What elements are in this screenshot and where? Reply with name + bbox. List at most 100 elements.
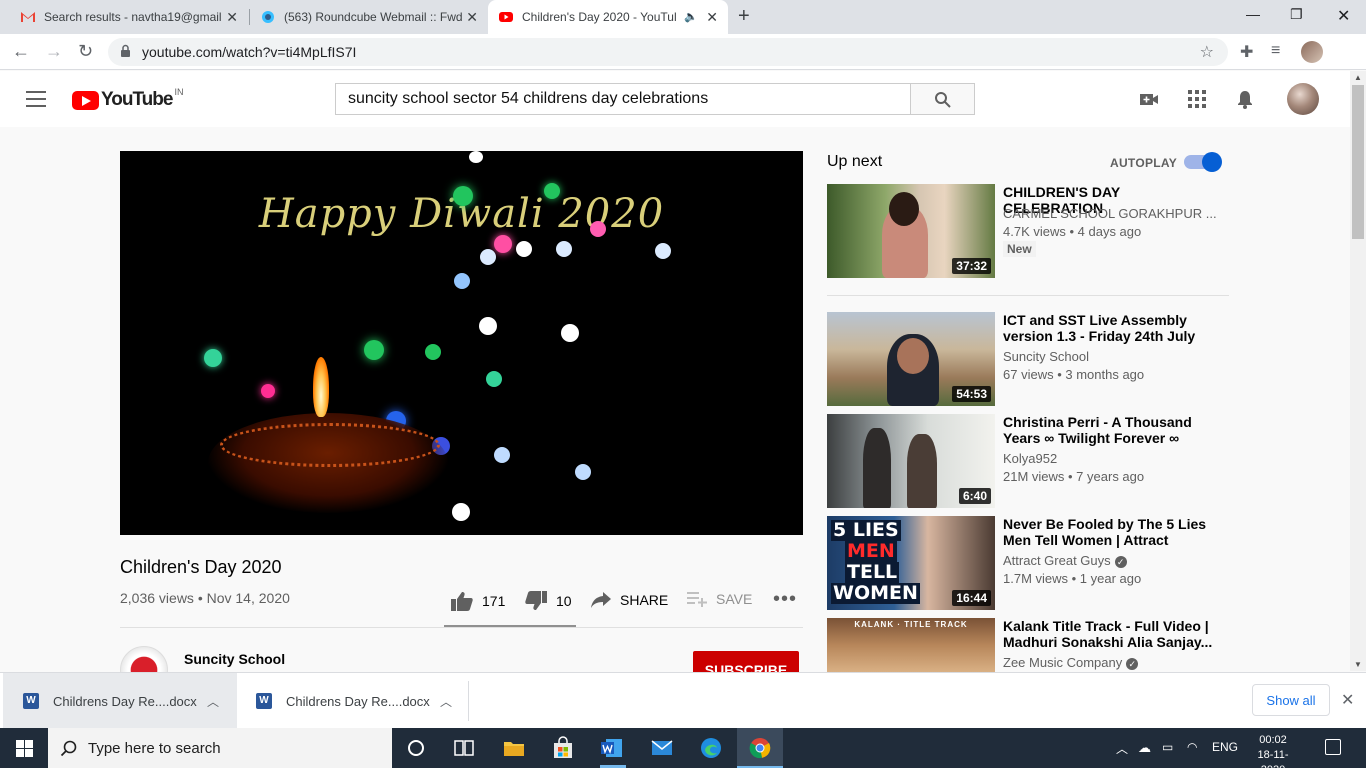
wifi-icon[interactable]: ◠ [1187, 740, 1197, 754]
browser-toolbar: ← → ↻ youtube.com/watch?v=ti4MpLfIS7I ☆ … [0, 34, 1366, 70]
notifications-bell-icon[interactable] [1235, 89, 1255, 109]
edge-browser-icon[interactable] [699, 736, 723, 760]
close-tab-icon[interactable]: ✕ [226, 9, 238, 26]
youtube-logo-text: YouTube [101, 89, 173, 110]
restore-icon[interactable]: ❐ [1290, 6, 1303, 23]
channel-name-text: Zee Music Company [1003, 655, 1123, 670]
close-window-icon[interactable]: ✕ [1337, 6, 1350, 26]
address-bar[interactable]: youtube.com/watch?v=ti4MpLfIS7I ☆ [108, 38, 1228, 66]
share-button[interactable]: SHARE [590, 590, 668, 610]
reload-icon[interactable]: ↻ [78, 41, 93, 62]
download-item[interactable]: W Childrens Day Re....docx ︿ [236, 673, 470, 729]
chevron-up-icon[interactable]: ︿ [207, 693, 219, 710]
recommendation-channel[interactable]: Kolya952 [1003, 451, 1223, 466]
chrome-profile-avatar[interactable] [1301, 41, 1323, 63]
video-thumbnail[interactable]: 37:32 [827, 184, 995, 278]
input-language[interactable]: ENG [1212, 740, 1238, 754]
tab-gmail[interactable]: Search results - navtha19@gmail ✕ [10, 0, 248, 34]
microsoft-word-icon[interactable] [600, 736, 624, 760]
scroll-up-arrow-icon[interactable]: ▲ [1354, 73, 1362, 82]
show-all-button[interactable]: Show all [1252, 684, 1330, 716]
close-shelf-icon[interactable]: ✕ [1341, 690, 1354, 710]
download-item[interactable]: W Childrens Day Re....docx ︿ [3, 673, 237, 729]
windows-start-icon[interactable] [16, 740, 33, 757]
bokeh-light [454, 273, 470, 289]
bokeh-light [556, 241, 572, 257]
section-divider [120, 627, 803, 628]
tab-youtube[interactable]: Children's Day 2020 - YouTul 🔈 ✕ [488, 0, 728, 34]
media-queue-icon[interactable]: ≡ [1271, 42, 1280, 60]
bokeh-light [494, 447, 510, 463]
chrome-taskbar-active[interactable] [737, 728, 783, 768]
video-player[interactable]: Happy Diwali 2020 [120, 151, 803, 535]
more-actions-icon[interactable]: ••• [773, 588, 797, 611]
speaker-icon[interactable]: 🔈 [684, 10, 698, 23]
taskbar-clock[interactable]: 00:02 18-11-2020 [1248, 733, 1298, 768]
recommendation-item[interactable]: 37:32 CHILDREN'S DAY CELEBRATION CARMEL … [827, 184, 1229, 278]
taskbar-search-box[interactable]: Type here to search [48, 728, 392, 768]
recommendation-item[interactable]: 6:40 Christina Perri - A Thousand Years … [827, 414, 1229, 508]
close-tab-icon[interactable]: ✕ [466, 9, 478, 26]
create-video-icon[interactable] [1139, 89, 1159, 109]
account-avatar[interactable] [1287, 83, 1319, 115]
recommendation-channel[interactable]: CARMEL SCHOOL GORAKHPUR ... [1003, 206, 1223, 221]
recommendation-channel[interactable]: Attract Great Guys ✓ [1003, 553, 1223, 568]
video-thumbnail[interactable]: KALANK · TITLE TRACK [827, 618, 995, 672]
forward-arrow-icon[interactable]: → [45, 41, 63, 62]
bokeh-light [575, 464, 591, 480]
page-scrollbar[interactable]: ▲ ▼ [1350, 71, 1366, 671]
recommendation-channel[interactable]: Suncity School [1003, 349, 1223, 364]
task-view-icon[interactable] [452, 736, 476, 760]
clock-time: 00:02 [1259, 734, 1287, 746]
chevron-up-icon[interactable]: ︿ [440, 693, 452, 710]
show-hidden-icons-chevron[interactable]: ︿ [1116, 740, 1128, 757]
dislike-button[interactable]: 10 [524, 590, 572, 612]
menu-icon[interactable] [26, 91, 46, 107]
onedrive-cloud-icon[interactable]: ☁ [1138, 740, 1151, 756]
tab-title: Search results - navtha19@gmail [44, 10, 222, 24]
thumbnail-figure-head [889, 192, 919, 226]
lock-icon [121, 44, 130, 57]
file-explorer-icon[interactable] [502, 736, 526, 760]
thumbnail-text: KALANK · TITLE TRACK [854, 620, 968, 629]
mail-icon[interactable] [650, 736, 674, 760]
microsoft-store-icon[interactable] [551, 736, 575, 760]
new-tab-icon[interactable]: + [738, 5, 750, 28]
autoplay-toggle[interactable] [1184, 152, 1222, 172]
scroll-down-arrow-icon[interactable]: ▼ [1354, 660, 1362, 669]
video-thumbnail[interactable]: 5 LIES MEN TELL WOMEN 16:44 [827, 516, 995, 610]
bokeh-light [425, 344, 441, 360]
tab-title: Children's Day 2020 - YouTul [522, 10, 677, 24]
tab-roundcube[interactable]: (563) Roundcube Webmail :: Fwd ✕ [250, 0, 488, 34]
close-tab-icon[interactable]: ✕ [706, 9, 718, 26]
extensions-puzzle-icon[interactable]: ✚ [1240, 42, 1253, 62]
recommendation-item[interactable]: 5 LIES MEN TELL WOMEN 16:44 Never Be Foo… [827, 516, 1229, 610]
scrollbar-thumb[interactable] [1352, 85, 1364, 239]
recommendation-item[interactable]: 54:53 ICT and SST Live Assembly version … [827, 312, 1229, 406]
video-thumbnail[interactable]: 54:53 [827, 312, 995, 406]
recommendation-item[interactable]: KALANK · TITLE TRACK Kalank Title Track … [827, 618, 1229, 672]
like-count: 171 [482, 593, 506, 609]
cortana-icon[interactable] [404, 736, 428, 760]
channel-name[interactable]: Suncity School [184, 651, 285, 667]
thumbnail-figure [907, 434, 937, 508]
roundcube-icon [262, 11, 274, 23]
search-button[interactable] [910, 83, 975, 115]
bookmark-star-icon[interactable]: ☆ [1200, 42, 1214, 62]
video-thumbnail[interactable]: 6:40 [827, 414, 995, 508]
battery-icon[interactable]: ▭ [1162, 740, 1173, 754]
recommendation-title: Never Be Fooled by The 5 Lies Men Tell W… [1003, 516, 1207, 548]
bokeh-light [479, 317, 497, 335]
back-arrow-icon[interactable]: ← [12, 41, 30, 62]
save-button[interactable]: SAVE [686, 590, 752, 608]
youtube-logo[interactable]: YouTube IN [72, 87, 183, 111]
action-center-icon[interactable] [1325, 739, 1341, 755]
search-input[interactable]: suncity school sector 54 childrens day c… [335, 83, 911, 115]
dislike-count: 10 [556, 593, 572, 609]
recommendation-views: 4.7K views • 4 days ago [1003, 224, 1142, 239]
channel-name-text: Attract Great Guys [1003, 553, 1111, 568]
minimize-icon[interactable]: — [1246, 6, 1260, 22]
recommendation-channel[interactable]: Zee Music Company ✓ [1003, 655, 1223, 670]
like-button[interactable]: 171 [450, 590, 505, 612]
apps-grid-icon[interactable] [1187, 89, 1207, 109]
